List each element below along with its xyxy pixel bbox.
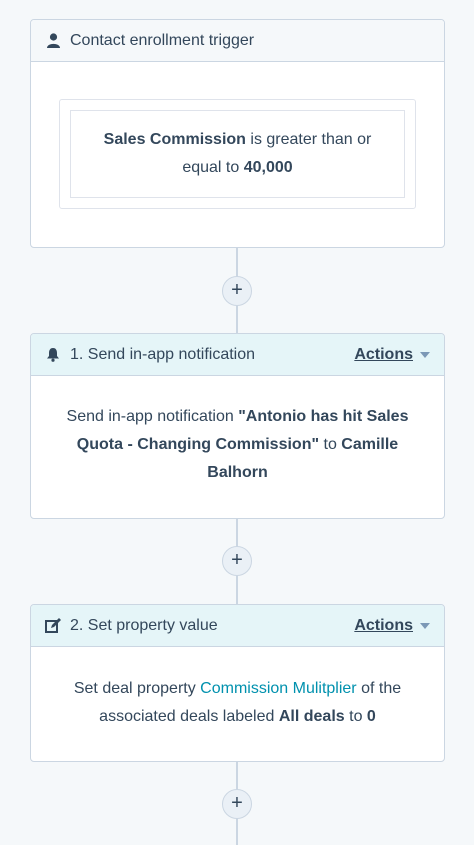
step2-actions-dropdown[interactable]: Actions [354,617,430,635]
step2-title: 2. Set property value [70,616,218,634]
add-action-button[interactable]: + [222,276,252,306]
association-label: All deals [278,708,345,725]
step1-body: Send in-app notification "Antonio has hi… [31,376,444,487]
property-link[interactable]: Commission Mulitplier [200,680,356,697]
trigger-title: Contact enrollment trigger [70,31,255,49]
filter-property: Sales Commission [103,131,246,148]
step2-header: 2. Set property value Actions [31,605,444,647]
body-prefix: Send in-app notification [66,408,239,425]
property-value: 0 [366,708,376,725]
actions-label: Actions [354,616,413,634]
set-property-card[interactable]: 2. Set property value Actions Set deal p… [30,604,445,762]
add-action-button[interactable]: + [222,789,252,819]
caret-down-icon [420,351,430,358]
filter-value: 40,000 [243,159,293,176]
actions-label: Actions [354,345,413,363]
body-prefix: Set deal property [73,680,201,697]
enrollment-trigger-card[interactable]: Contact enrollment trigger Sales Commiss… [30,19,445,248]
add-action-button[interactable]: + [222,546,252,576]
person-icon [45,33,61,49]
trigger-header: Contact enrollment trigger [31,20,444,62]
step1-header: 1. Send in-app notification Actions [31,334,444,376]
send-notification-card[interactable]: 1. Send in-app notification Actions Send… [30,333,445,519]
step2-body: Set deal property Commission Mulitplier … [31,647,444,731]
filter-condition[interactable]: Sales Commission is greater than or equa… [70,110,405,198]
bell-icon [45,347,61,363]
body-to: to [344,708,367,725]
filter-group[interactable]: Sales Commission is greater than or equa… [59,99,416,209]
step1-title: 1. Send in-app notification [70,345,256,363]
body-to: to [319,436,342,453]
caret-down-icon [420,622,430,629]
edit-icon [45,617,61,634]
step1-actions-dropdown[interactable]: Actions [354,346,430,364]
workflow-canvas: Contact enrollment trigger Sales Commiss… [0,0,474,845]
